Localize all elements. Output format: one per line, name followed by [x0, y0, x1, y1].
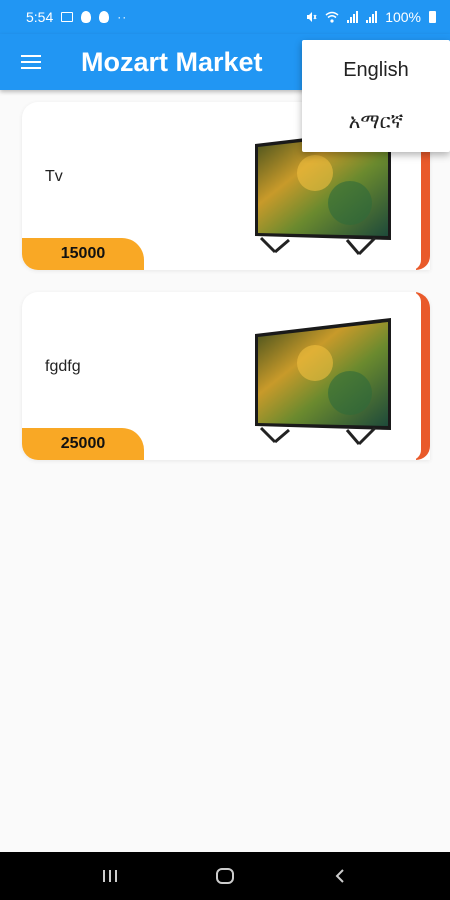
- battery-percent: 100%: [385, 9, 421, 25]
- recent-apps-icon: [102, 870, 117, 882]
- status-left: 5:54 ··: [26, 9, 127, 25]
- app-title: Mozart Market: [81, 46, 263, 77]
- price-badge: 25000: [22, 428, 144, 460]
- product-list: Tv 15000 fgdfg 25000: [22, 102, 430, 482]
- recent-apps-button[interactable]: [90, 856, 130, 896]
- language-menu: English አማርኛ: [302, 40, 450, 152]
- product-card[interactable]: fgdfg 25000: [22, 292, 430, 460]
- menu-item-amharic[interactable]: አማርኛ: [302, 96, 450, 148]
- signal-icon-2: [366, 11, 378, 23]
- gallery-notification-icon: [61, 12, 74, 22]
- system-nav-bar: [0, 852, 450, 900]
- wifi-icon: [325, 11, 339, 23]
- menu-item-english[interactable]: English: [302, 44, 450, 96]
- card-accent-inner: [411, 292, 421, 460]
- notification-icon-2: [99, 11, 110, 23]
- product-name: fgdfg: [45, 358, 81, 375]
- status-right: 100%: [305, 9, 436, 25]
- notification-icon: [81, 11, 92, 23]
- mute-icon: [307, 12, 317, 22]
- signal-icon: [347, 11, 359, 23]
- status-time: 5:54: [26, 9, 54, 25]
- price-badge: 15000: [22, 238, 144, 270]
- hamburger-menu-icon[interactable]: [3, 34, 59, 90]
- back-icon: [335, 869, 345, 883]
- home-button[interactable]: [205, 856, 245, 896]
- product-image: [255, 318, 391, 446]
- more-notifications-icon: ··: [117, 10, 128, 24]
- status-bar: 5:54 ·· 100%: [0, 0, 450, 34]
- back-button[interactable]: [320, 856, 360, 896]
- product-name: Tv: [45, 168, 63, 185]
- home-icon: [215, 868, 234, 884]
- battery-icon: [429, 11, 436, 23]
